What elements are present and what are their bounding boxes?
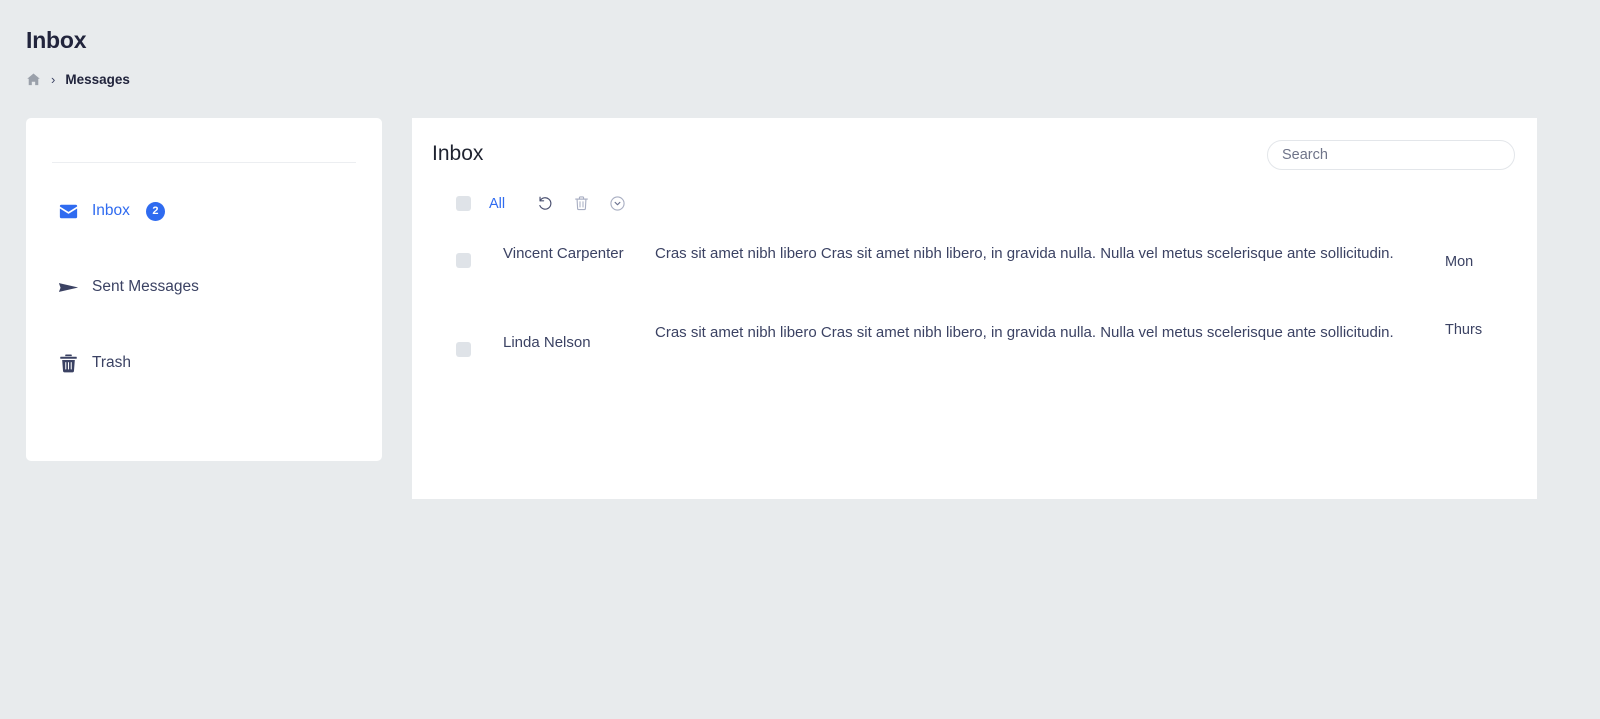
breadcrumb-separator: ›: [51, 71, 56, 87]
sidebar-item-sent-messages[interactable]: Sent Messages: [26, 271, 382, 303]
panel-title: Inbox: [432, 142, 484, 165]
inbox-panel: Inbox All: [412, 118, 1537, 499]
chevron-down-circle-icon[interactable]: [606, 193, 628, 215]
content-layout: Inbox 2 Sent Messages Trash Inbox Search…: [0, 118, 1600, 499]
envelope-icon: [56, 199, 80, 223]
sidebar-item-label: Inbox: [92, 202, 130, 219]
refresh-icon[interactable]: [534, 193, 556, 215]
message-time: Thurs: [1445, 322, 1483, 338]
sidebar-nav: Inbox 2 Sent Messages Trash: [26, 163, 382, 415]
sidebar-item-label: Trash: [92, 354, 132, 371]
message-preview: Cras sit amet nibh libero Cras sit amet …: [655, 245, 1394, 262]
select-all-label[interactable]: All: [489, 196, 505, 212]
sidebar-item-label: Sent Messages: [92, 278, 199, 295]
table-row[interactable]: Vincent Carpenter Cras sit amet nibh lib…: [412, 232, 1537, 300]
inbox-badge: 2: [145, 201, 165, 221]
select-all-checkbox[interactable]: [456, 196, 471, 211]
message-sender: Linda Nelson: [503, 334, 591, 351]
page-header: Inbox › Messages: [0, 0, 1600, 88]
sidebar: Inbox 2 Sent Messages Trash: [26, 118, 382, 461]
message-preview: Cras sit amet nibh libero Cras sit amet …: [655, 324, 1394, 341]
message-time: Mon: [1445, 254, 1474, 270]
breadcrumb: › Messages: [26, 70, 1600, 88]
trash-icon: [56, 351, 80, 375]
panel-header: Inbox: [412, 118, 1537, 170]
paper-plane-icon: [56, 275, 80, 299]
row-checkbox[interactable]: [456, 342, 471, 357]
message-sender: Vincent Carpenter: [503, 245, 624, 262]
breadcrumb-current[interactable]: Messages: [65, 72, 130, 87]
message-list: Vincent Carpenter Cras sit amet nibh lib…: [412, 204, 1537, 378]
search-input[interactable]: [1267, 140, 1515, 170]
message-toolbar: All: [412, 170, 1537, 212]
home-icon[interactable]: [26, 72, 41, 87]
table-row[interactable]: Linda Nelson Cras sit amet nibh libero C…: [412, 310, 1537, 378]
page-title: Inbox: [26, 27, 87, 53]
sidebar-item-trash[interactable]: Trash: [26, 347, 382, 379]
row-checkbox[interactable]: [456, 253, 471, 268]
sidebar-item-inbox[interactable]: Inbox 2: [26, 195, 382, 227]
delete-icon[interactable]: [570, 193, 592, 215]
